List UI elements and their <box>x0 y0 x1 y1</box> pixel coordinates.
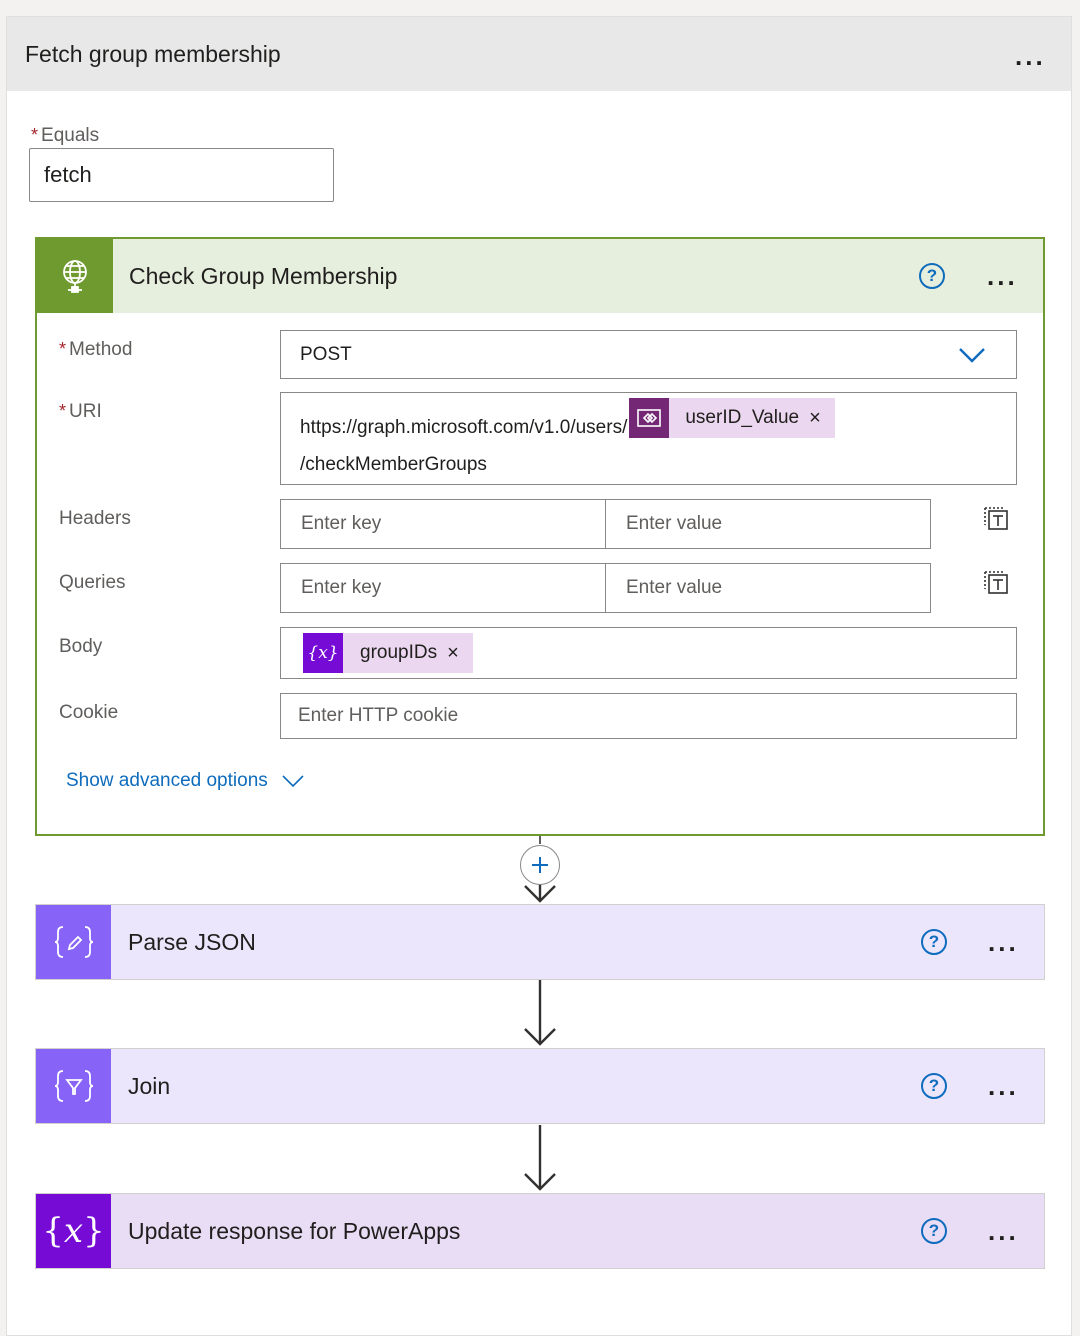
uri-prefix-text: https://graph.microsoft.com/v1.0/users/ <box>300 417 628 438</box>
variable-icon: {x} <box>36 1194 111 1268</box>
body-input[interactable]: {x} groupIDs × <box>280 627 1017 679</box>
remove-token-icon[interactable]: × <box>447 642 459 665</box>
join-icon <box>36 1049 111 1123</box>
body-token-groupids[interactable]: {x} groupIDs × <box>303 633 473 673</box>
scope-title: Fetch group membership <box>25 40 281 67</box>
update-response-card[interactable]: {x} Update response for PowerApps ? ... <box>35 1193 1045 1269</box>
join-menu-button[interactable]: ... <box>988 1073 1019 1099</box>
join-card[interactable]: Join ? ... <box>35 1048 1045 1124</box>
headers-key-input[interactable]: Enter key <box>281 500 605 548</box>
add-step-button[interactable] <box>520 845 560 885</box>
variable-icon: {x} <box>303 633 343 673</box>
queries-row: Enter key Enter value <box>280 563 931 613</box>
arrow-down-icon <box>524 980 556 1046</box>
parse-json-card[interactable]: Parse JSON ? ... <box>35 904 1045 980</box>
uri-token-label: userID_Value <box>685 407 800 428</box>
equals-input[interactable]: fetch <box>29 148 334 202</box>
headers-value-input[interactable]: Enter value <box>605 500 930 548</box>
queries-key-input[interactable]: Enter key <box>281 564 605 612</box>
scope-header[interactable]: Fetch group membership <box>7 17 1071 91</box>
arrow-down-icon <box>524 1125 556 1191</box>
scope-menu-button[interactable]: ... <box>1015 43 1046 69</box>
queries-value-input[interactable]: Enter value <box>605 564 930 612</box>
help-icon[interactable]: ? <box>919 263 945 289</box>
chevron-down-icon <box>282 775 304 787</box>
check-group-membership-card: Check Group Membership ? ... * Method POS… <box>35 237 1045 836</box>
update-response-menu-button[interactable]: ... <box>988 1218 1019 1244</box>
headers-label: Headers <box>59 508 131 529</box>
equals-label: * Equals <box>31 125 100 146</box>
scope-container: Fetch group membership ... * Equals fetch <box>6 16 1072 1336</box>
update-response-title: Update response for PowerApps <box>128 1217 461 1244</box>
remove-token-icon[interactable]: × <box>809 407 821 430</box>
method-label: * Method <box>59 339 133 360</box>
check-group-membership-title: Check Group Membership <box>129 262 398 289</box>
check-group-membership-header[interactable]: Check Group Membership ? ... <box>37 239 1043 313</box>
method-dropdown[interactable]: POST <box>280 330 1017 379</box>
help-icon[interactable]: ? <box>921 1073 947 1099</box>
parse-json-icon <box>36 905 111 979</box>
method-value: POST <box>300 343 352 365</box>
http-globe-icon <box>37 239 113 313</box>
help-icon[interactable]: ? <box>921 1218 947 1244</box>
chevron-down-icon <box>959 348 985 363</box>
switch-to-text-mode-icon[interactable] <box>983 505 1011 531</box>
cookie-input[interactable]: Enter HTTP cookie <box>280 693 1017 739</box>
queries-label: Queries <box>59 572 126 593</box>
parse-json-title: Parse JSON <box>128 928 256 955</box>
required-mark: * <box>31 125 39 145</box>
plus-icon <box>532 857 548 873</box>
headers-row: Enter key Enter value <box>280 499 931 549</box>
parse-json-menu-button[interactable]: ... <box>988 929 1019 955</box>
uri-input[interactable]: https://graph.microsoft.com/v1.0/users/ … <box>280 392 1017 485</box>
cookie-label: Cookie <box>59 702 119 723</box>
check-menu-button[interactable]: ... <box>987 263 1018 289</box>
switch-to-text-mode-icon[interactable] <box>983 569 1011 595</box>
show-advanced-options-link[interactable]: Show advanced options <box>66 770 304 792</box>
powerapps-icon <box>629 398 670 438</box>
body-label: Body <box>59 636 103 657</box>
join-title: Join <box>128 1072 171 1099</box>
uri-label: * URI <box>59 401 102 422</box>
uri-token-userid[interactable]: userID_Value × <box>629 398 835 438</box>
uri-suffix-text: /checkMemberGroups <box>300 454 487 475</box>
body-token-label: groupIDs <box>360 642 438 663</box>
help-icon[interactable]: ? <box>921 929 947 955</box>
